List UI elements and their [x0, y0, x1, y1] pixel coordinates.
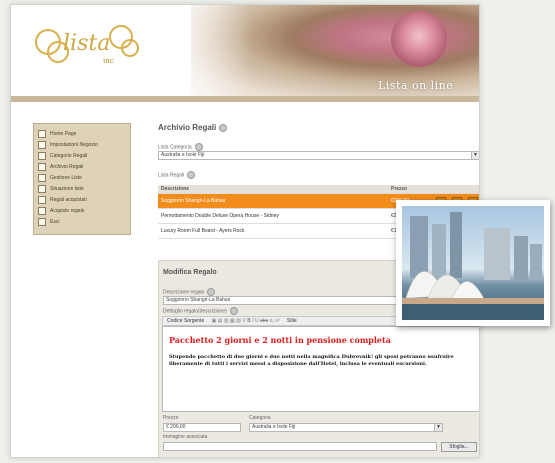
help-icon[interactable] [194, 143, 203, 151]
price-label: Prezzo [163, 415, 179, 421]
detail-label: Dettaglio regalo(descrizione) [163, 307, 238, 315]
logo-sub: inc [103, 57, 114, 65]
checkbox-icon [38, 151, 46, 160]
editor-body: Stupendo pacchetto di due giorni e due n… [169, 354, 454, 367]
description-input[interactable]: Soggiorno Shangri-La Bahas [163, 296, 397, 305]
format-icons[interactable]: ▣ ▤ ▥ ▦ ▧ ⚲ B I U abc x₂ x² [212, 318, 280, 324]
edit-title: Modifica Regalo [163, 269, 217, 276]
sidebar-item-situazione[interactable]: Situazione liste [38, 184, 84, 193]
edit-category-select[interactable]: Australia e Isole Fiji ▼ [249, 423, 443, 432]
checkbox-icon [38, 217, 46, 226]
help-icon[interactable] [219, 123, 228, 132]
checkbox-icon [38, 140, 46, 149]
chevron-down-icon: ▼ [471, 152, 479, 159]
table-header: Descrizione Prezzo [158, 185, 479, 194]
image-label: Immagine associata [163, 434, 208, 440]
sidebar-item-acquisto[interactable]: Acquisto regalo [38, 206, 84, 215]
header-bar [11, 96, 479, 102]
gifts-label: Lista Regali [158, 171, 196, 179]
category-select[interactable]: Australia e Isole Fiji ▼ [158, 151, 479, 160]
checkbox-icon [38, 184, 46, 193]
help-icon[interactable] [229, 307, 238, 315]
category-label: Lista Categoria [158, 143, 203, 151]
checkbox-icon [38, 173, 46, 182]
desc-label: Descrizione regalo [163, 288, 216, 296]
checkbox-icon [38, 195, 46, 204]
page-title: Archivio Regali [158, 123, 228, 132]
sidebar-item-impostazioni[interactable]: Impostazioni Negozio [38, 140, 98, 149]
rich-text-editor[interactable]: Pacchetto 2 giorni e 2 notti in pensione… [162, 326, 479, 412]
sidebar-item-archivio[interactable]: Archivio Regali [38, 162, 83, 171]
image-preview-popup [396, 200, 550, 326]
help-icon[interactable] [207, 288, 216, 296]
chevron-down-icon: ▼ [434, 424, 442, 431]
header: lista inc Lista on line [11, 5, 479, 96]
sidebar-item-categorie[interactable]: Categorie Regali [38, 151, 87, 160]
price-input[interactable]: € 200,00 [163, 423, 241, 432]
help-icon[interactable] [187, 171, 196, 179]
source-button[interactable]: Codice Sorgente [167, 318, 204, 324]
logo-text: lista [63, 31, 111, 56]
sydney-opera-house-image [402, 206, 544, 320]
image-file-input[interactable] [163, 442, 437, 451]
editor-heading: Pacchetto 2 giorni e 2 notti in pensione… [169, 335, 391, 345]
sidebar-item-gestione[interactable]: Gestione Liste [38, 173, 82, 182]
sidebar-item-home[interactable]: Home Page [38, 129, 76, 138]
browse-button[interactable]: Sfoglia... [441, 442, 477, 452]
edit-category-label: Categoria [249, 415, 271, 421]
checkbox-icon [38, 162, 46, 171]
tagline: Lista on line [378, 79, 454, 92]
checkbox-icon [38, 129, 46, 138]
sidebar-item-acquistati[interactable]: Regali acquistati [38, 195, 87, 204]
checkbox-icon [38, 206, 46, 215]
rose-image [391, 11, 447, 67]
sidebar-item-esci[interactable]: Esci [38, 217, 59, 226]
sidebar-menu: Home Page Impostazioni Negozio Categorie… [33, 123, 131, 235]
style-select[interactable]: Stile [287, 318, 297, 324]
